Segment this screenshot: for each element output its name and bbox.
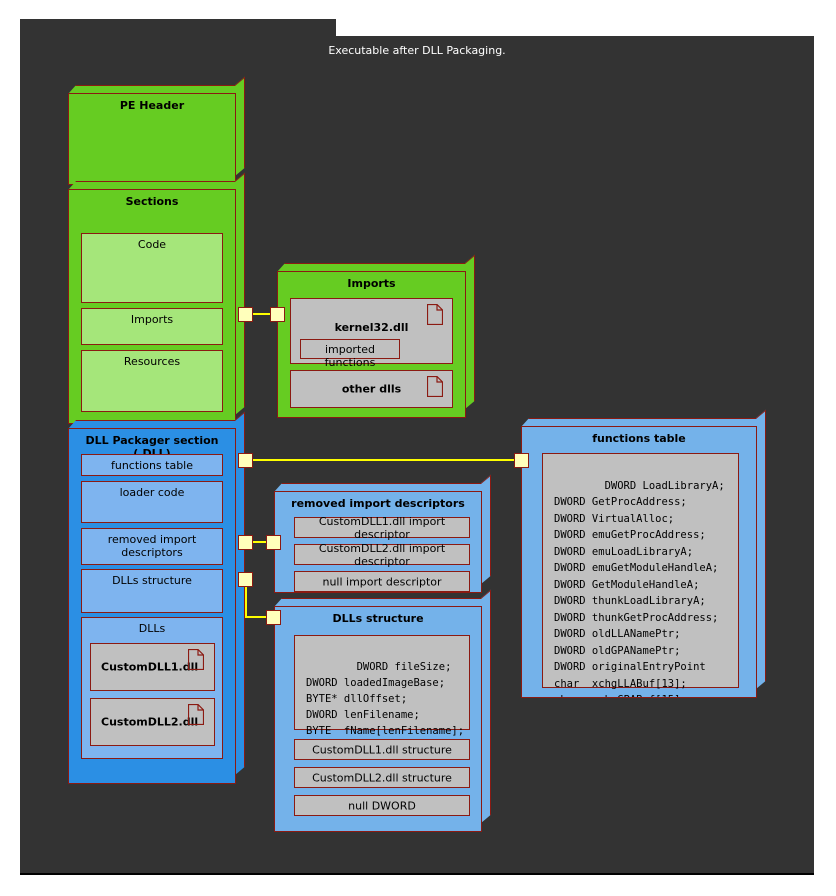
sections-box: Sections Code Imports Resources bbox=[68, 172, 245, 424]
dll-packager-face: DLL Packager section (.DLL) functions ta… bbox=[68, 428, 236, 784]
connector-dlls-structure-right[interactable] bbox=[266, 610, 281, 625]
functions-table-title: functions table bbox=[592, 432, 686, 445]
removed-descriptor-item-2-label: CustomDLL2.dll import descriptor bbox=[318, 541, 446, 568]
dll-packager-item-removed-descriptors: removed import descriptors bbox=[81, 528, 223, 565]
dll-packager-item-dlls-structure: DLLs structure bbox=[81, 569, 223, 613]
sections-item-code-label: Code bbox=[137, 238, 167, 251]
dll-packager-item-functions-table: functions table bbox=[81, 454, 223, 476]
connector-removed-descriptors-right[interactable] bbox=[266, 535, 281, 550]
dlls-structure-item-1-label: CustomDLL1.dll structure bbox=[312, 743, 452, 756]
document-icon bbox=[188, 704, 204, 725]
dll-packager-dlls-group: DLLs CustomDLL1.dll CustomDLL2.dll bbox=[81, 617, 223, 759]
dlls-structure-title: DLLs structure bbox=[332, 612, 424, 625]
functions-table-face: functions table DWORD LoadLibraryA; DWOR… bbox=[521, 426, 757, 698]
dlls-structure-face: DLLs structure DWORD fileSize; DWORD loa… bbox=[274, 606, 482, 832]
dlls-structure-box: DLLs structure DWORD fileSize; DWORD loa… bbox=[274, 589, 491, 832]
document-icon bbox=[427, 376, 443, 397]
imports-imported-functions-box: imported functions bbox=[300, 339, 400, 369]
removed-descriptor-item-2: CustomDLL2.dll import descriptor bbox=[294, 541, 470, 568]
sections-item-resources-label: Resources bbox=[123, 355, 181, 368]
removed-descriptor-item-3-label: null import descriptor bbox=[322, 575, 442, 588]
functions-table-code-text: DWORD LoadLibraryA; DWORD GetProcAddress… bbox=[554, 479, 725, 698]
removed-descriptors-side bbox=[481, 474, 491, 584]
functions-table-box: functions table DWORD LoadLibraryA; DWOR… bbox=[521, 409, 766, 698]
dll-packager-item-removed-descriptors-label: removed import descriptors bbox=[107, 533, 197, 559]
sections-item-resources: Resources bbox=[81, 350, 223, 412]
removed-import-descriptors-box: removed import descriptors CustomDLL1.dl… bbox=[274, 474, 491, 593]
dlls-structure-item-1: CustomDLL1.dll structure bbox=[294, 739, 470, 760]
connector-functions-table-left[interactable] bbox=[238, 453, 253, 468]
dlls-structure-item-3: null DWORD bbox=[294, 795, 470, 816]
dlls-structure-side bbox=[481, 589, 491, 823]
functions-table-code: DWORD LoadLibraryA; DWORD GetProcAddress… bbox=[542, 453, 739, 697]
sections-title: Sections bbox=[125, 195, 179, 208]
pe-header-title: PE Header bbox=[119, 99, 185, 112]
dll-file-customdll1-label: CustomDLL1.dll bbox=[101, 660, 199, 674]
dll-packager-item-loader-code-label: loader code bbox=[119, 486, 185, 499]
diagram-caption: Executable after DLL Packaging. bbox=[328, 44, 506, 57]
sections-side bbox=[235, 172, 245, 415]
removed-descriptors-title: removed import descriptors bbox=[291, 497, 465, 510]
sections-face: Sections Code Imports Resources bbox=[68, 189, 236, 424]
diagram-canvas: Executable after DLL Packaging. PE Heade… bbox=[0, 0, 836, 896]
imports-title: Imports bbox=[347, 277, 396, 290]
window-title-strip bbox=[20, 19, 336, 36]
removed-descriptor-item-1: CustomDLL1.dll import descriptor bbox=[294, 514, 470, 541]
document-icon bbox=[427, 304, 443, 325]
pe-header-box: PE Header bbox=[68, 76, 245, 185]
removed-descriptors-face: removed import descriptors CustomDLL1.dl… bbox=[274, 491, 482, 593]
removed-descriptor-item-3: null import descriptor bbox=[294, 571, 470, 592]
imports-kernel32-box: kernel32.dll imported functions bbox=[290, 298, 453, 369]
pe-header-side bbox=[235, 76, 245, 176]
dlls-structure-item-2-label: CustomDLL2.dll structure bbox=[312, 771, 452, 784]
dll-file-customdll2-label: CustomDLL2.dll bbox=[101, 715, 199, 729]
dlls-structure-item-2: CustomDLL2.dll structure bbox=[294, 767, 470, 788]
dll-file-customdll2: CustomDLL2.dll bbox=[90, 698, 215, 746]
imports-other-dlls-box: other dlls bbox=[290, 370, 453, 408]
connector-functions-table-right[interactable] bbox=[514, 453, 529, 468]
document-icon bbox=[188, 649, 204, 670]
removed-descriptor-item-1-label: CustomDLL1.dll import descriptor bbox=[318, 514, 446, 541]
connector-sections-imports-left[interactable] bbox=[238, 307, 253, 322]
imports-side bbox=[465, 254, 475, 409]
dll-packager-dlls-label: DLLs bbox=[138, 622, 166, 635]
connector-removed-descriptors-left[interactable] bbox=[238, 535, 253, 550]
dlls-structure-item-3-label: null DWORD bbox=[348, 799, 416, 812]
dll-packager-item-dlls-structure-label: DLLs structure bbox=[112, 574, 192, 587]
dll-packager-item-loader-code: loader code bbox=[81, 481, 223, 523]
wire-dlls-structure-vertical bbox=[245, 586, 247, 618]
connector-dlls-structure-left[interactable] bbox=[238, 572, 253, 587]
dll-packager-box: DLL Packager section (.DLL) functions ta… bbox=[68, 411, 245, 784]
functions-table-side bbox=[756, 409, 766, 689]
sections-item-imports: Imports bbox=[81, 308, 223, 345]
imports-face: Imports kernel32.dll imported functions … bbox=[277, 271, 466, 418]
sections-item-imports-label: Imports bbox=[130, 313, 174, 326]
imports-box: Imports kernel32.dll imported functions … bbox=[277, 254, 475, 418]
dll-file-customdll1: CustomDLL1.dll bbox=[90, 643, 215, 691]
sections-item-code: Code bbox=[81, 233, 223, 303]
dlls-structure-code: DWORD fileSize; DWORD loadedImageBase; B… bbox=[294, 635, 470, 737]
dll-packager-item-functions-table-label: functions table bbox=[110, 459, 194, 472]
imports-imported-functions-label: imported functions bbox=[324, 343, 376, 369]
wire-functions-table bbox=[252, 459, 516, 461]
dlls-structure-code-text: DWORD fileSize; DWORD loadedImageBase; B… bbox=[306, 661, 465, 737]
pe-header-face: PE Header bbox=[68, 93, 236, 185]
connector-sections-imports-right[interactable] bbox=[270, 307, 285, 322]
